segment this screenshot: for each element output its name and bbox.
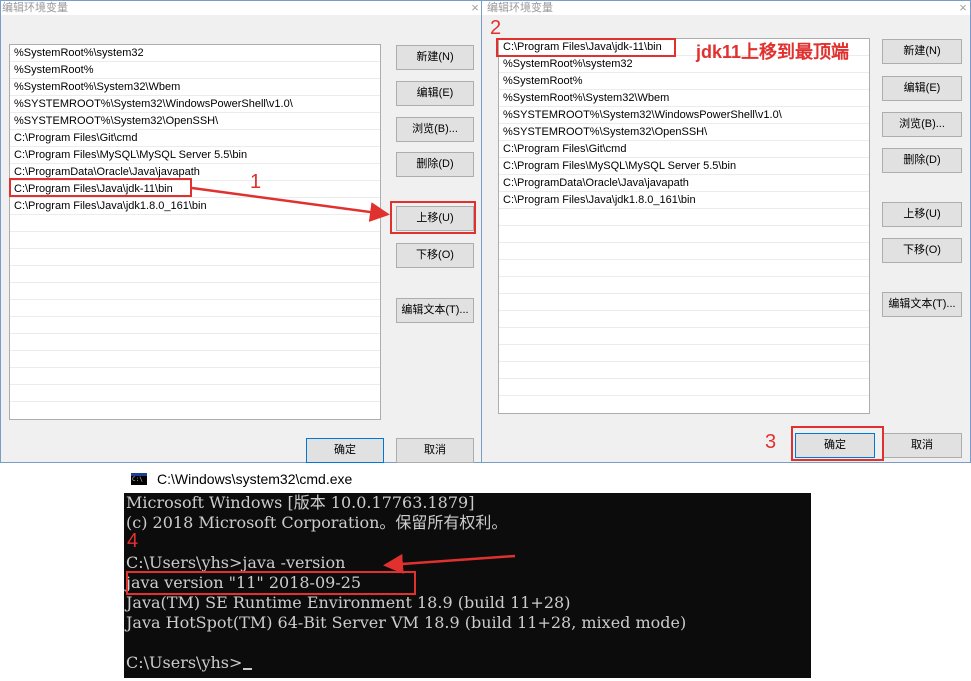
list-item[interactable]: %SYSTEMROOT%\System32\OpenSSH\ bbox=[10, 113, 380, 130]
dialog-title: 编辑环境变量 bbox=[482, 1, 970, 15]
prompt-text: C:\Users\yhs> bbox=[126, 653, 243, 672]
list-item[interactable]: C:\Program Files\Java\jdk1.8.0_161\bin bbox=[10, 198, 380, 215]
highlight-box-move-up bbox=[390, 201, 476, 234]
list-row-empty[interactable] bbox=[499, 345, 869, 362]
list-item[interactable]: C:\Program Files\Git\cmd bbox=[499, 141, 869, 158]
edit-button[interactable]: 编辑(E) bbox=[396, 81, 474, 106]
list-row-empty[interactable] bbox=[10, 215, 380, 232]
annotation-note: jdk11上移到最顶端 bbox=[696, 42, 850, 62]
cmd-title: C:\Windows\system32\cmd.exe bbox=[157, 471, 353, 487]
move-up-button[interactable]: 上移(U) bbox=[882, 202, 962, 227]
list-row-empty[interactable] bbox=[10, 232, 380, 249]
list-row-empty[interactable] bbox=[10, 334, 380, 351]
list-row-empty[interactable] bbox=[499, 277, 869, 294]
step-4-label: 4 bbox=[127, 530, 139, 552]
list-row-empty[interactable] bbox=[499, 260, 869, 277]
ok-button[interactable]: 确定 bbox=[306, 438, 384, 463]
list-item[interactable]: %SYSTEMROOT%\System32\WindowsPowerShell\… bbox=[499, 107, 869, 124]
cmd-titlebar[interactable]: C:\ C:\Windows\system32\cmd.exe bbox=[124, 465, 811, 493]
list-item[interactable]: %SystemRoot%\System32\Wbem bbox=[499, 90, 869, 107]
highlight-box-jdk11-left bbox=[9, 178, 192, 197]
list-row-empty[interactable] bbox=[10, 283, 380, 300]
list-row-empty[interactable] bbox=[499, 362, 869, 379]
console-line: C:\Users\yhs>java -version bbox=[126, 553, 346, 572]
cancel-button[interactable]: 取消 bbox=[396, 438, 474, 463]
move-down-button[interactable]: 下移(O) bbox=[882, 238, 962, 263]
highlight-box-java-version bbox=[126, 571, 416, 595]
list-row-empty[interactable] bbox=[499, 243, 869, 260]
console-line: (c) 2018 Microsoft Corporation。保留所有权利。 bbox=[126, 513, 508, 532]
list-row-empty[interactable] bbox=[499, 311, 869, 328]
delete-button[interactable]: 删除(D) bbox=[882, 148, 962, 173]
list-row-empty[interactable] bbox=[10, 266, 380, 283]
edit-text-button[interactable]: 编辑文本(T)... bbox=[396, 298, 474, 323]
list-row-empty[interactable] bbox=[10, 385, 380, 402]
console-line: Microsoft Windows [版本 10.0.17763.1879] bbox=[126, 493, 475, 512]
list-item[interactable]: %SystemRoot%\system32 bbox=[10, 45, 380, 62]
close-icon[interactable]: × bbox=[957, 1, 969, 15]
move-down-button[interactable]: 下移(O) bbox=[396, 243, 474, 268]
dialog-title: 编辑环境变量 bbox=[1, 1, 482, 15]
list-row-empty[interactable] bbox=[499, 294, 869, 311]
list-item[interactable]: C:\Program Files\Git\cmd bbox=[10, 130, 380, 147]
new-button[interactable]: 新建(N) bbox=[882, 39, 962, 64]
highlight-box-jdk11-right bbox=[496, 38, 676, 57]
cancel-button[interactable]: 取消 bbox=[882, 433, 962, 458]
list-row-empty[interactable] bbox=[499, 226, 869, 243]
list-item[interactable]: C:\Program Files\MySQL\MySQL Server 5.5\… bbox=[499, 158, 869, 175]
cmd-icon: C:\ bbox=[131, 473, 147, 485]
path-list[interactable]: C:\Program Files\Java\jdk-11\bin %System… bbox=[498, 38, 870, 414]
console-line: Java(TM) SE Runtime Environment 18.9 (bu… bbox=[126, 593, 571, 612]
list-item[interactable]: %SYSTEMROOT%\System32\OpenSSH\ bbox=[499, 124, 869, 141]
console-line: Java HotSpot(TM) 64-Bit Server VM 18.9 (… bbox=[126, 613, 687, 632]
right-edit-env-dialog: 编辑环境变量 × C:\Program Files\Java\jdk-11\bi… bbox=[481, 0, 971, 463]
list-row-empty[interactable] bbox=[10, 249, 380, 266]
step-1-label: 1 bbox=[250, 171, 262, 193]
list-item[interactable]: C:\Program Files\MySQL\MySQL Server 5.5\… bbox=[10, 147, 380, 164]
path-list[interactable]: %SystemRoot%\system32 %SystemRoot% %Syst… bbox=[9, 44, 381, 420]
list-item[interactable]: C:\ProgramData\Oracle\Java\javapath bbox=[499, 175, 869, 192]
edit-button[interactable]: 编辑(E) bbox=[882, 76, 962, 101]
browse-button[interactable]: 浏览(B)... bbox=[882, 112, 962, 137]
list-row-empty[interactable] bbox=[10, 351, 380, 368]
prompt-line: C:\Users\yhs> bbox=[126, 653, 253, 673]
list-row-empty[interactable] bbox=[499, 209, 869, 226]
list-row-empty[interactable] bbox=[499, 379, 869, 396]
new-button[interactable]: 新建(N) bbox=[396, 45, 474, 70]
list-row-empty[interactable] bbox=[10, 300, 380, 317]
step-2-label: 2 bbox=[490, 17, 502, 39]
text-cursor bbox=[243, 668, 253, 670]
highlight-box-ok bbox=[791, 426, 884, 461]
list-item[interactable]: C:\Program Files\Java\jdk1.8.0_161\bin bbox=[499, 192, 869, 209]
list-row-empty[interactable] bbox=[10, 368, 380, 385]
list-row-empty[interactable] bbox=[10, 317, 380, 334]
close-icon[interactable]: × bbox=[469, 1, 481, 15]
browse-button[interactable]: 浏览(B)... bbox=[396, 117, 474, 142]
list-item[interactable]: %SystemRoot% bbox=[10, 62, 380, 79]
step-3-label: 3 bbox=[765, 431, 777, 453]
list-item[interactable]: %SystemRoot%\System32\Wbem bbox=[10, 79, 380, 96]
list-item[interactable]: %SystemRoot% bbox=[499, 73, 869, 90]
list-row-empty[interactable] bbox=[499, 328, 869, 345]
delete-button[interactable]: 删除(D) bbox=[396, 152, 474, 177]
edit-text-button[interactable]: 编辑文本(T)... bbox=[882, 292, 962, 317]
list-item[interactable]: %SYSTEMROOT%\System32\WindowsPowerShell\… bbox=[10, 96, 380, 113]
